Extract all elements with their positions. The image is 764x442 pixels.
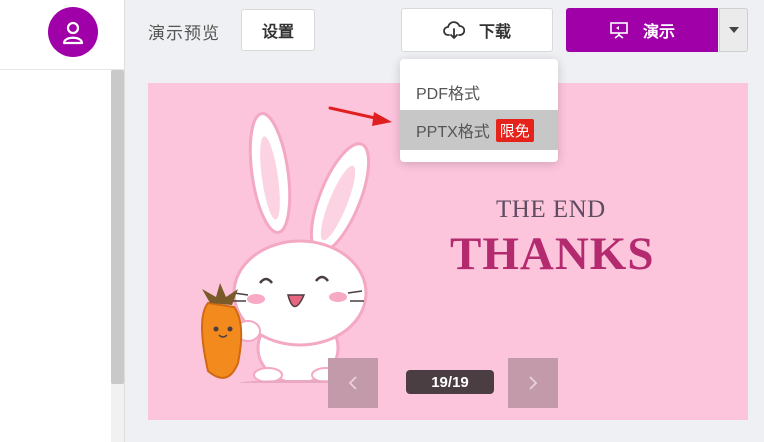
next-slide-button[interactable] (508, 358, 558, 408)
page-indicator: 19/19 (406, 370, 494, 394)
settings-button-label: 设置 (261, 24, 294, 41)
scrollbar-thumb[interactable] (111, 70, 124, 384)
present-options-button[interactable] (719, 8, 748, 52)
chevron-right-icon (529, 376, 538, 390)
avatar[interactable] (48, 7, 98, 57)
sidebar-scrollbar[interactable] (111, 70, 124, 442)
caret-down-icon (728, 27, 739, 33)
slide-title: THANKS (450, 228, 655, 280)
settings-button[interactable]: 设置 (241, 9, 315, 51)
column-divider (124, 0, 125, 442)
download-button[interactable]: 下载 (401, 8, 553, 52)
sidebar (0, 0, 124, 442)
menu-item-label: PDF格式 (416, 86, 481, 103)
page-title: 演示预览 (148, 24, 220, 43)
present-button-label: 演示 (642, 24, 675, 41)
slide-subtitle: THE END (496, 196, 606, 223)
menu-item-pdf[interactable]: PDF格式 (400, 72, 558, 112)
menu-item-label: PPTX格式 (416, 124, 490, 141)
sidebar-divider (0, 69, 124, 70)
cloud-download-icon (443, 21, 465, 39)
projector-icon (610, 22, 628, 39)
user-icon (62, 21, 84, 45)
download-format-menu: PDF格式 PPTX格式 限免 (400, 59, 558, 162)
present-button[interactable]: 演示 (566, 8, 718, 52)
chevron-left-icon (348, 376, 357, 390)
menu-item-pptx[interactable]: PPTX格式 限免 (400, 110, 558, 150)
free-badge: 限免 (495, 118, 534, 142)
bunny-illustration (201, 112, 371, 383)
download-button-label: 下载 (478, 24, 511, 41)
red-arrow-icon (328, 106, 392, 126)
previous-slide-button[interactable] (328, 358, 378, 408)
